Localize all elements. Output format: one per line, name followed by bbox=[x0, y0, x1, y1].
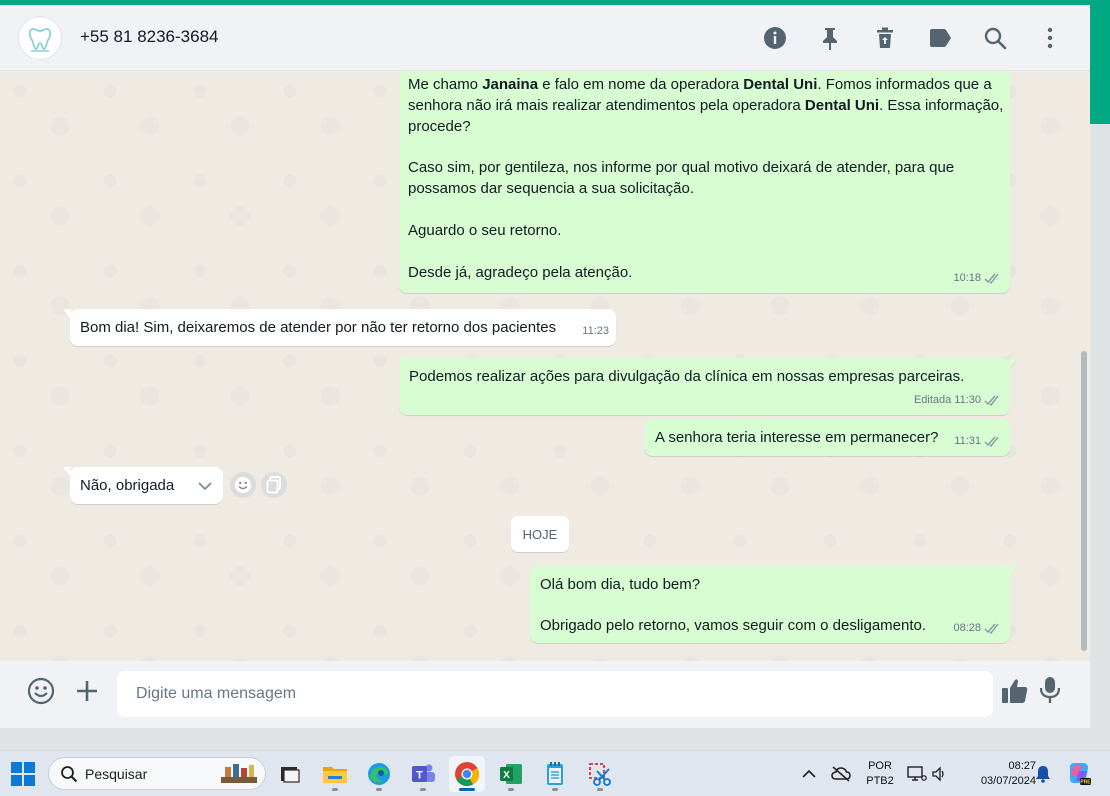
message-bubble-outgoing[interactable]: Podemos realizar ações para divulgação d… bbox=[399, 358, 1017, 415]
trash-icon[interactable] bbox=[869, 22, 901, 54]
info-icon[interactable] bbox=[759, 22, 791, 54]
message-text: Me chamo Janaina e falo em nome da opera… bbox=[408, 76, 1004, 135]
notepad-icon[interactable] bbox=[537, 756, 573, 792]
thumbs-up-icon[interactable] bbox=[1000, 676, 1030, 706]
volume-icon[interactable] bbox=[931, 766, 947, 782]
menu-icon[interactable] bbox=[1034, 22, 1066, 54]
input-language[interactable]: POR PTB2 bbox=[860, 759, 900, 789]
message-time: 11:31 bbox=[954, 435, 981, 447]
avatar[interactable] bbox=[18, 16, 62, 60]
emoji-icon bbox=[235, 477, 251, 493]
language-code: POR bbox=[868, 760, 892, 772]
message-text: Podemos realizar ações para divulgação d… bbox=[409, 368, 965, 385]
forward-button[interactable] bbox=[261, 472, 287, 498]
message-text: Desde já, agradeço pela atenção. bbox=[408, 264, 633, 281]
network-icon[interactable] bbox=[907, 766, 927, 782]
taskbar: Pesquisar T X POR PTB2 08:27 03/07/2024 … bbox=[0, 750, 1110, 796]
snipping-tool-icon[interactable] bbox=[582, 756, 618, 792]
message-meta: 11:23 bbox=[582, 321, 609, 342]
message-time: 11:30 bbox=[954, 394, 981, 406]
message-list[interactable]: Me chamo Janaina e falo em nome da opera… bbox=[0, 71, 1090, 661]
double-check-icon bbox=[984, 436, 999, 447]
contact-name[interactable]: +55 81 8236-3684 bbox=[80, 27, 219, 47]
message-text: Caso sim, por gentileza, nos informe por… bbox=[408, 159, 955, 197]
message-text: A senhora teria interesse em permanecer? bbox=[655, 429, 939, 446]
label-icon[interactable] bbox=[924, 22, 956, 54]
message-bubble-outgoing[interactable]: Me chamo Janaina e falo em nome da opera… bbox=[399, 71, 1010, 293]
message-time: 08:28 bbox=[953, 622, 981, 634]
search-highlight-icon bbox=[221, 764, 257, 783]
chevron-up-icon[interactable] bbox=[802, 769, 816, 779]
message-bubble-outgoing[interactable]: Olá bom dia, tudo bem? Obrigado pelo ret… bbox=[530, 566, 1017, 643]
svg-text:X: X bbox=[503, 770, 510, 781]
date-divider: HOJE bbox=[511, 516, 569, 552]
double-check-icon bbox=[984, 395, 999, 406]
tooth-logo-icon bbox=[29, 28, 51, 52]
edited-label: Editada bbox=[913, 394, 952, 406]
double-check-icon bbox=[984, 273, 999, 284]
svg-text:PRE: PRE bbox=[1080, 780, 1091, 786]
clock-date: 03/07/2024 bbox=[980, 775, 1036, 787]
message-bubble-incoming[interactable]: Não, obrigada bbox=[63, 467, 223, 504]
message-text: Não, obrigada bbox=[80, 477, 175, 494]
message-meta: 11:31 bbox=[954, 431, 1000, 452]
message-bubble-outgoing[interactable]: A senhora teria interesse em permanecer?… bbox=[645, 419, 1010, 456]
double-check-icon bbox=[984, 623, 999, 634]
taskbar-search[interactable]: Pesquisar bbox=[48, 757, 266, 790]
react-emoji-button[interactable] bbox=[230, 472, 256, 498]
cloud-offline-icon[interactable] bbox=[831, 766, 851, 782]
teams-icon[interactable]: T bbox=[405, 756, 441, 792]
message-meta: 10:18 bbox=[953, 268, 1000, 289]
message-meta: 08:28 bbox=[953, 618, 1000, 639]
task-view-icon[interactable] bbox=[272, 756, 308, 792]
message-meta: Editada 11:30 bbox=[914, 390, 1000, 411]
file-explorer-icon[interactable] bbox=[317, 756, 353, 792]
message-bubble-incoming[interactable]: Bom dia! Sim, deixaremos de atender por … bbox=[63, 309, 616, 346]
message-text: Obrigado pelo retorno, vamos seguir com … bbox=[540, 617, 927, 634]
keyboard-layout: PTB2 bbox=[866, 775, 894, 787]
edge-icon[interactable] bbox=[361, 756, 397, 792]
search-icon bbox=[61, 766, 78, 783]
microphone-icon[interactable] bbox=[1038, 675, 1062, 705]
chat-scrollbar[interactable] bbox=[1081, 351, 1087, 651]
message-text: Bom dia! Sim, deixaremos de atender por … bbox=[80, 319, 557, 336]
message-text: Olá bom dia, tudo bem? bbox=[540, 576, 701, 593]
message-composer bbox=[0, 661, 1090, 728]
emoji-icon[interactable] bbox=[26, 676, 56, 706]
copilot-icon[interactable]: PRE bbox=[1066, 761, 1092, 787]
chat-header[interactable]: +55 81 8236-3684 bbox=[0, 5, 1090, 71]
pin-icon[interactable] bbox=[814, 22, 846, 54]
copy-icon bbox=[266, 476, 281, 494]
search-label: Pesquisar bbox=[85, 766, 148, 782]
excel-icon[interactable]: X bbox=[493, 756, 529, 792]
chevron-down-icon[interactable] bbox=[196, 477, 214, 495]
search-icon[interactable] bbox=[979, 22, 1011, 54]
right-window-edge bbox=[1090, 5, 1110, 750]
message-input[interactable] bbox=[117, 671, 993, 717]
message-text: Aguardo o seu retorno. bbox=[408, 222, 562, 239]
message-time: 10:18 bbox=[953, 272, 981, 284]
clock-time: 08:27 bbox=[1008, 760, 1036, 772]
whatsapp-window: +55 81 8236-3684 Me chamo Janaina e falo… bbox=[0, 5, 1090, 728]
clock[interactable]: 08:27 03/07/2024 bbox=[958, 759, 1036, 789]
svg-text:T: T bbox=[416, 770, 423, 782]
windows-start-icon[interactable] bbox=[11, 762, 35, 786]
message-time: 11:23 bbox=[582, 325, 609, 337]
chrome-icon[interactable] bbox=[449, 756, 485, 792]
attach-plus-icon[interactable] bbox=[73, 676, 101, 706]
notification-bell-icon[interactable] bbox=[1035, 765, 1051, 783]
right-accent-strip bbox=[1090, 5, 1110, 124]
